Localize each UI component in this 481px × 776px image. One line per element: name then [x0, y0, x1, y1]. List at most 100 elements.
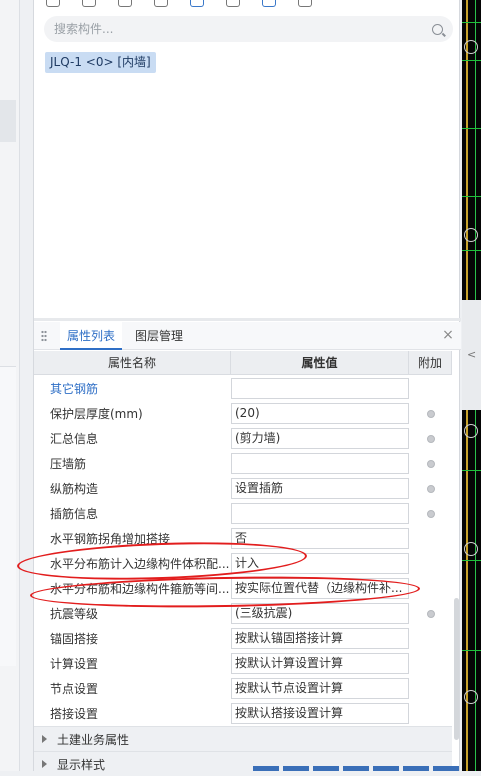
status-segment — [433, 766, 459, 771]
more-icon[interactable] — [298, 0, 312, 7]
left-dock-panel — [0, 366, 16, 666]
property-extra-cell — [409, 609, 452, 618]
property-name: 搭接设置 — [50, 707, 99, 721]
property-value-field[interactable]: 按默认搭接设置计算 — [231, 703, 409, 724]
property-tabs: 属性列表 图层管理 × — [34, 322, 461, 350]
cad-axis-marker — [464, 542, 478, 556]
tab-property-list[interactable]: 属性列表 — [60, 322, 123, 350]
table-row[interactable]: 其它钢筋 — [34, 376, 452, 401]
status-segment — [283, 766, 309, 771]
left-dock-tab[interactable] — [0, 100, 16, 142]
chevron-left-icon[interactable]: < — [467, 348, 476, 361]
bottom-status-strip — [253, 766, 481, 771]
search-icon[interactable] — [432, 23, 443, 35]
status-segment — [403, 766, 429, 771]
panel-splitter[interactable] — [34, 318, 461, 321]
component-panel: JLQ-1 <0> [内墙] 属性列表 图层管理 × 属性名称 属性值 附加 其… — [33, 0, 461, 776]
table-row[interactable]: 纵筋构造 设置插筋 — [34, 476, 452, 501]
property-extra-cell — [409, 509, 452, 518]
property-name: 纵筋构造 — [50, 482, 99, 496]
cad-viewport[interactable]: < — [462, 0, 481, 771]
cad-axis-marker — [464, 40, 478, 54]
property-value-field[interactable]: (20) — [231, 403, 409, 424]
group-label: 土建业务属性 — [57, 732, 130, 747]
property-extra-cell — [409, 459, 452, 468]
status-segment — [373, 766, 399, 771]
extra-checkbox-icon[interactable] — [426, 459, 435, 468]
copy-icon[interactable] — [82, 0, 96, 7]
delete-icon[interactable] — [118, 0, 132, 7]
extra-checkbox-icon[interactable] — [426, 434, 435, 443]
extra-checkbox-icon[interactable] — [426, 484, 435, 493]
table-row[interactable]: 压墙筋 — [34, 451, 452, 476]
cad-axis-marker — [464, 424, 478, 438]
cad-grid-line — [462, 250, 481, 251]
extra-checkbox-icon[interactable] — [426, 509, 435, 518]
property-name: 压墙筋 — [50, 457, 87, 471]
property-extra-cell — [409, 409, 452, 418]
property-name: 节点设置 — [50, 682, 99, 696]
view-icon[interactable] — [262, 0, 276, 7]
cad-grid-line — [462, 22, 481, 23]
table-row[interactable]: 锚固搭接 按默认锚固搭接计算 — [34, 626, 452, 651]
property-name: 计算设置 — [50, 657, 99, 671]
new-icon[interactable] — [46, 0, 60, 7]
filter-icon[interactable] — [154, 0, 168, 7]
search-bar — [44, 16, 453, 42]
table-row[interactable]: 计算设置 按默认计算设置计算 — [34, 651, 452, 676]
header-extra: 附加 — [409, 351, 452, 375]
property-extra-cell — [409, 484, 452, 493]
property-value-field[interactable] — [231, 378, 409, 399]
cad-grid-line — [462, 470, 481, 471]
table-row[interactable]: 插筋信息 — [34, 501, 452, 526]
table-row[interactable]: 汇总信息 (剪力墙) — [34, 426, 452, 451]
status-segment — [313, 766, 339, 771]
header-value: 属性值 — [231, 351, 409, 375]
property-value-field[interactable] — [231, 503, 409, 524]
cad-grid-line — [462, 196, 481, 197]
layer-icon[interactable] — [190, 0, 204, 7]
header-name: 属性名称 — [34, 351, 231, 375]
property-value-field[interactable]: 按默认计算设置计算 — [231, 653, 409, 674]
table-row[interactable]: 节点设置 按默认节点设置计算 — [34, 676, 452, 701]
drag-grip-icon[interactable] — [41, 330, 47, 342]
cad-grid-line — [462, 128, 481, 129]
property-name: 汇总信息 — [50, 432, 99, 446]
property-extra-cell — [409, 434, 452, 443]
property-value-field[interactable]: 按默认锚固搭接计算 — [231, 628, 409, 649]
left-dock-strip — [0, 0, 20, 771]
table-row[interactable]: 搭接设置 按默认搭接设置计算 — [34, 701, 452, 726]
vertical-scrollbar[interactable] — [454, 598, 459, 740]
table-row[interactable]: 保护层厚度(mm) (20) — [34, 401, 452, 426]
cad-grid-line — [462, 60, 481, 61]
expand-icon[interactable] — [42, 760, 47, 768]
extra-checkbox-icon[interactable] — [426, 409, 435, 418]
table-header: 属性名称 属性值 附加 — [34, 351, 452, 375]
close-icon[interactable]: × — [441, 328, 455, 342]
group-label: 显示样式 — [57, 757, 106, 772]
cad-grid-line — [462, 560, 481, 561]
search-input[interactable] — [54, 22, 432, 36]
cad-grid-line — [462, 650, 481, 651]
cad-axis-marker — [464, 228, 478, 242]
tab-layer-management[interactable]: 图层管理 — [135, 322, 183, 350]
property-value-field[interactable]: 设置插筋 — [231, 478, 409, 499]
property-name: 插筋信息 — [50, 507, 99, 521]
property-value-field[interactable] — [231, 453, 409, 474]
property-name: 抗震等级 — [50, 607, 99, 621]
group-civil-properties[interactable]: 土建业务属性 — [34, 726, 452, 751]
component-tree-item[interactable]: JLQ-1 <0> [内墙] — [45, 52, 156, 73]
property-value-field[interactable]: (剪力墙) — [231, 428, 409, 449]
status-segment — [343, 766, 369, 771]
expand-icon[interactable] — [42, 735, 47, 743]
status-segment — [253, 766, 279, 771]
property-name: 保护层厚度(mm) — [50, 407, 143, 421]
sort-icon[interactable] — [226, 0, 240, 7]
property-name: 锚固搭接 — [50, 632, 99, 646]
property-name[interactable]: 其它钢筋 — [34, 380, 231, 397]
group-display-style[interactable]: 显示样式 — [34, 751, 452, 776]
property-value-field[interactable]: 按默认节点设置计算 — [231, 678, 409, 699]
panel-toolbar — [46, 0, 312, 8]
extra-checkbox-icon[interactable] — [426, 609, 435, 618]
cad-axis-marker — [464, 690, 478, 704]
